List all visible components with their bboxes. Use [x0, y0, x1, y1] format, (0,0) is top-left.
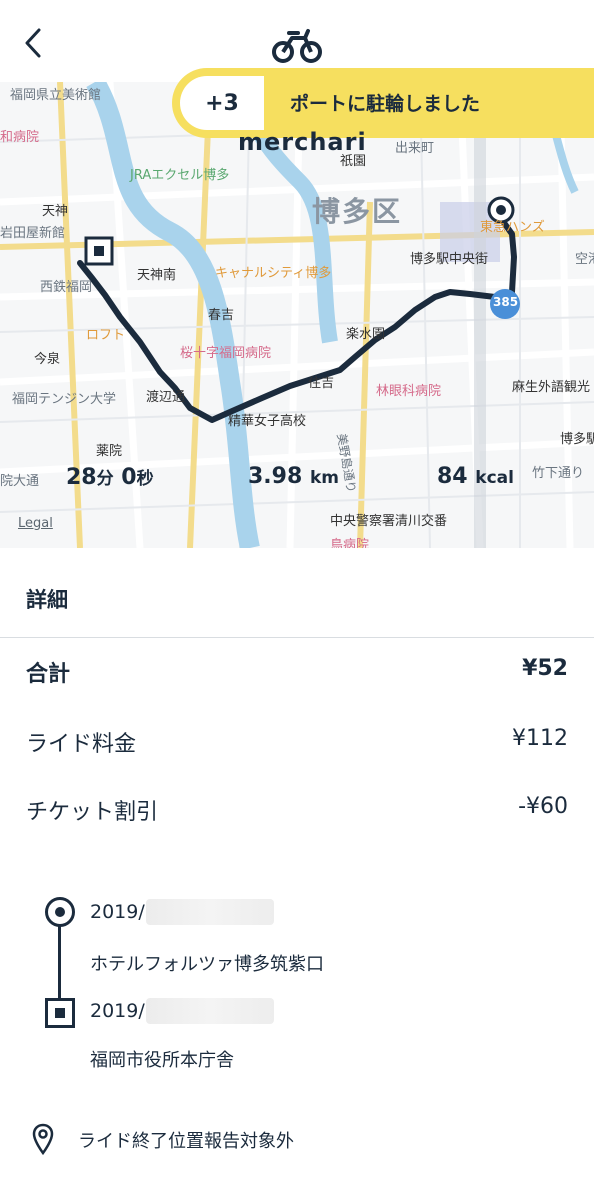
start-point-icon: [45, 897, 75, 927]
end-point-icon: [45, 998, 75, 1028]
map-label: 桜十字福岡病院: [180, 346, 272, 361]
map-label: JRAエクセル博多: [130, 168, 230, 183]
map-label: 福岡県立美術館: [10, 88, 102, 103]
ride-time: 28分 0秒: [66, 464, 154, 490]
map-label: 博多区: [312, 195, 403, 228]
route-shield-label: 385: [493, 295, 519, 309]
map-label: 薬院: [96, 444, 123, 459]
map-label: 西鉄福岡: [40, 280, 93, 295]
map-label: 精華女子高校: [228, 414, 307, 429]
banner-message: ポートに駐輪しました: [290, 93, 481, 115]
map-label: 今泉: [34, 352, 61, 367]
start-date: 2019/: [90, 901, 145, 923]
map-label: 林眼科病院: [376, 384, 442, 399]
merchari-logo: merchari: [238, 128, 367, 156]
map-label: 博多駅: [560, 432, 594, 447]
calories-value: 84: [437, 464, 468, 489]
seconds-unit: 秒: [136, 469, 154, 489]
start-place: ホテルフォルツァ博多筑紫口: [90, 954, 324, 975]
map-label: 春吉: [208, 308, 235, 323]
ticket-discount-value: -¥60: [518, 794, 568, 819]
ride-distance: 3.98 km: [248, 464, 339, 489]
map-label: 天神南: [137, 268, 177, 283]
map-label: 院大通: [0, 474, 40, 489]
map-label: 中央警察署清川交番: [330, 514, 448, 529]
report-status: ライド終了位置報告対象外: [78, 1131, 294, 1152]
map-label: 鳥病院: [330, 538, 370, 548]
end-date: 2019/: [90, 1000, 145, 1022]
total-label: 合計: [26, 662, 71, 687]
total-value: ¥52: [522, 656, 568, 681]
ride-fee-value: ¥112: [512, 726, 568, 751]
legal-link[interactable]: Legal: [18, 516, 53, 531]
minutes-unit: 分: [96, 469, 114, 489]
bicycle-icon: [272, 29, 322, 63]
map-label: 出来町: [395, 141, 435, 156]
divider: [0, 637, 594, 638]
redacted-start-time: [146, 899, 274, 925]
map-label: 和病院: [0, 130, 40, 145]
map-label: 渡辺通: [146, 390, 186, 405]
time-minutes: 28: [66, 465, 97, 490]
map-label: ロフト: [86, 328, 126, 343]
calories-unit: kcal: [475, 468, 514, 488]
points-badge: +3: [180, 76, 264, 130]
map-label: 天神: [42, 204, 69, 219]
chevron-left-icon[interactable]: [22, 26, 44, 60]
map-label: 竹下通り: [532, 466, 585, 481]
location-pin-icon: [32, 1123, 54, 1155]
ride-calories: 84 kcal: [437, 464, 514, 489]
map-label: 博多駅中央街: [410, 252, 489, 267]
map-label: 麻生外語観光: [512, 380, 591, 395]
distance-value: 3.98: [248, 464, 303, 489]
details-title: 詳細: [26, 588, 68, 612]
map-label: 岩田屋新館: [0, 226, 66, 241]
map-label: 空港: [575, 252, 594, 267]
distance-unit: km: [309, 468, 339, 488]
ticket-discount-label: チケット割引: [26, 800, 159, 825]
time-seconds: 0: [113, 465, 137, 490]
ride-fee-label: ライド料金: [26, 732, 137, 757]
map-label: 東急ハンズ: [480, 220, 545, 235]
map-label: キャナルシティ博多: [215, 266, 332, 281]
map-label: 福岡テンジン大学: [12, 392, 117, 407]
redacted-end-time: [146, 998, 274, 1024]
map-label: 楽水園: [346, 327, 386, 342]
end-place: 福岡市役所本庁舎: [90, 1050, 234, 1071]
map-label: 住吉: [308, 376, 335, 391]
